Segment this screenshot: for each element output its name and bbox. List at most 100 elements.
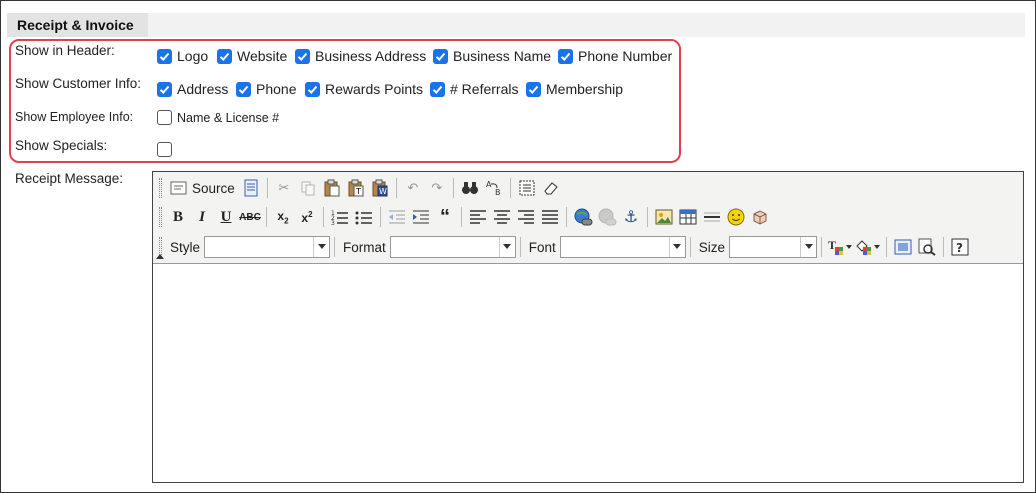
maximize-icon [894,239,912,255]
specials-checkbox[interactable] [157,142,172,157]
membership-option[interactable]: Membership [526,81,623,97]
background-color-button[interactable] [855,236,881,258]
align-center-button[interactable] [491,206,513,228]
copy-button[interactable] [297,177,319,199]
superscript-button[interactable]: x2 [296,206,318,228]
align-left-icon [470,210,486,224]
website-label: Website [237,48,288,64]
cut-button[interactable]: ✂ [273,177,295,199]
format-select[interactable] [389,236,516,258]
bulleted-list-button[interactable] [353,206,375,228]
remove-format-button[interactable] [540,177,562,199]
replace-icon: AB [486,180,501,197]
source-label: Source [192,180,235,196]
link-button[interactable] [572,206,594,228]
membership-checkbox[interactable] [526,81,541,97]
redo-icon: ↷ [431,180,443,195]
text-color-button[interactable]: T [827,236,853,258]
business-address-option[interactable]: Business Address [295,48,426,64]
indent-icon [413,210,429,224]
anchor-button[interactable]: ⚓ [620,206,642,228]
phone-number-label: Phone Number [578,48,673,64]
undo-button[interactable]: ↶ [402,177,424,199]
eraser-icon [544,182,558,195]
special-char-button[interactable] [749,206,771,228]
underline-button[interactable]: U [215,206,237,228]
paste-word-button[interactable]: W [369,177,391,199]
website-checkbox[interactable] [217,48,232,64]
image-button[interactable] [653,206,675,228]
show-specials-label: Show Specials: [15,138,108,153]
address-option[interactable]: Address [157,81,228,97]
business-address-label: Business Address [315,48,427,64]
blockquote-button[interactable]: “ [434,206,456,228]
source-icon [170,181,187,195]
receipt-message-editor[interactable] [153,265,1023,482]
show-blocks-button[interactable] [916,236,938,258]
smiley-button[interactable] [725,206,747,228]
justify-button[interactable] [539,206,561,228]
numbered-list-button[interactable]: 123 [329,206,351,228]
logo-option[interactable]: Logo [157,48,208,64]
collapse-toolbar-icon[interactable] [156,254,164,259]
referrals-checkbox[interactable] [430,81,445,97]
style-select[interactable] [204,236,331,258]
rich-text-editor: Source ✂ T W ↶ ↷ A B B I U ABC x2 x2 1 2… [152,171,1024,483]
svg-text:A: A [486,180,492,189]
special-char-icon [753,210,767,225]
specials-option[interactable] [157,142,172,157]
toolbar-grip-2[interactable] [159,207,162,227]
table-button[interactable] [677,206,699,228]
align-left-button[interactable] [467,206,489,228]
toolbar-grip[interactable] [159,178,162,198]
italic-icon: I [199,208,205,225]
phone-checkbox[interactable] [236,81,251,97]
horizontal-rule-icon [704,212,720,222]
redo-button[interactable]: ↷ [426,177,448,199]
phone-option[interactable]: Phone [236,81,296,97]
website-option[interactable]: Website [217,48,287,64]
unlink-button[interactable] [596,206,618,228]
paste-text-button[interactable]: T [345,177,367,199]
paste-button[interactable] [321,177,343,199]
unlink-globe-icon [598,208,617,226]
italic-button[interactable]: I [191,206,213,228]
align-right-icon [518,210,534,224]
find-button[interactable] [459,177,481,199]
referrals-option[interactable]: # Referrals [430,81,518,97]
maximize-button[interactable] [892,236,914,258]
font-select[interactable] [559,236,686,258]
business-name-option[interactable]: Business Name [433,48,551,64]
magnifier-icon [918,238,936,256]
name-license-checkbox[interactable] [157,110,172,125]
phone-number-checkbox[interactable] [558,48,573,64]
chevron-down-icon [498,237,515,257]
strikethrough-button[interactable]: ABC [239,206,261,228]
name-license-option[interactable]: Name & License # [157,110,279,125]
address-checkbox[interactable] [157,81,172,97]
quote-icon: “ [440,206,450,228]
replace-button[interactable]: AB [483,177,505,199]
rewards-points-option[interactable]: Rewards Points [305,81,423,97]
strikethrough-icon: ABC [239,211,261,223]
indent-button[interactable] [410,206,432,228]
business-name-checkbox[interactable] [433,48,448,64]
align-right-button[interactable] [515,206,537,228]
outdent-button[interactable] [386,206,408,228]
subscript-button[interactable]: x2 [272,206,294,228]
phone-number-option[interactable]: Phone Number [558,48,672,64]
settings-panel: Receipt & Invoice Show in Header: Logo W… [0,0,1036,493]
logo-checkbox[interactable] [157,48,172,64]
font-label: Font [528,239,556,255]
binoculars-icon [461,182,478,194]
business-address-checkbox[interactable] [295,48,310,64]
source-button[interactable]: Source [167,177,238,199]
preview-button[interactable] [240,177,262,199]
bold-button[interactable]: B [167,206,189,228]
name-license-label: Name & License # [177,110,280,125]
horizontal-rule-button[interactable] [701,206,723,228]
select-all-button[interactable] [516,177,538,199]
size-select[interactable] [729,236,818,258]
help-button[interactable]: ? [949,236,971,258]
rewards-points-checkbox[interactable] [305,81,320,97]
